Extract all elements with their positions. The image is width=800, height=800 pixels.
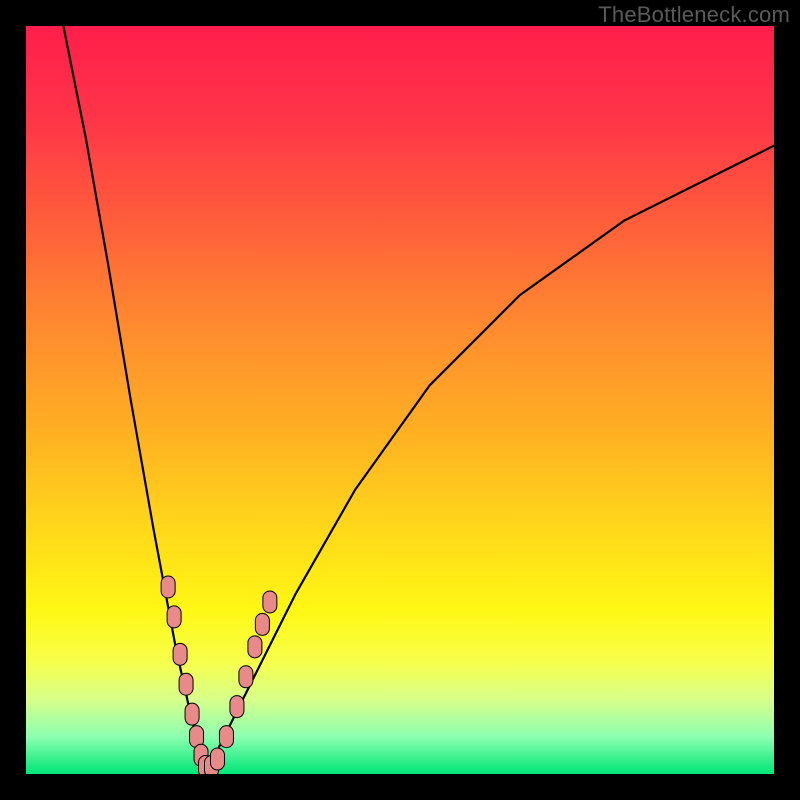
curve-right-branch [206, 146, 774, 774]
watermark-text: TheBottleneck.com [598, 2, 790, 28]
chart-frame: TheBottleneck.com [0, 0, 800, 800]
marker-point [263, 591, 277, 613]
marker-point [173, 643, 187, 665]
marker-point [239, 666, 253, 688]
marker-point [230, 696, 244, 718]
chart-svg [26, 26, 774, 774]
marker-point [248, 636, 262, 658]
marker-point [161, 576, 175, 598]
marker-point [210, 748, 224, 770]
marker-point [167, 606, 181, 628]
marker-point [219, 726, 233, 748]
marker-point [179, 673, 193, 695]
marker-point [185, 703, 199, 725]
marker-point [255, 613, 269, 635]
plot-area [26, 26, 774, 774]
